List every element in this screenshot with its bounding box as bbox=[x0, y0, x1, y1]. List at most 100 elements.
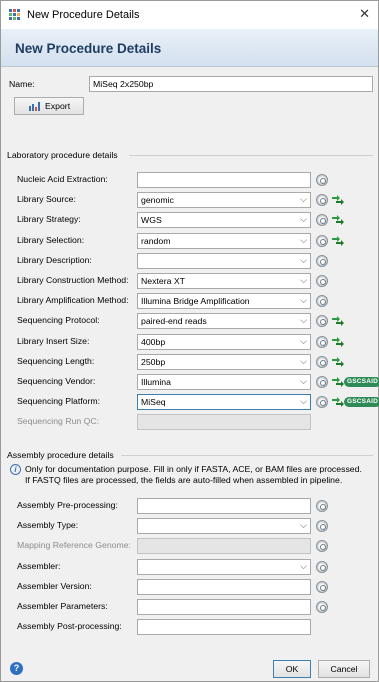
assembly-section-title: Assembly procedure details bbox=[7, 450, 114, 460]
gscsaid-badge: GSCSAID bbox=[344, 397, 379, 408]
lookup-icon[interactable] bbox=[316, 500, 328, 512]
ok-button[interactable]: OK bbox=[273, 660, 311, 678]
app-icon bbox=[9, 9, 20, 20]
field-value: 400bp bbox=[141, 336, 166, 347]
chart-export-icon bbox=[29, 102, 40, 111]
section-divider bbox=[121, 455, 373, 456]
field-label: Nucleic Acid Extraction: bbox=[17, 174, 108, 184]
text-field bbox=[137, 414, 311, 431]
dropdown-field[interactable]: ⌵ bbox=[137, 252, 311, 269]
lookup-icon[interactable] bbox=[316, 295, 328, 308]
field-label: Library Construction Method: bbox=[17, 275, 129, 285]
field-value: Illumina Bridge Amplification bbox=[141, 296, 250, 307]
dropdown-field[interactable]: Illumina ⌵ bbox=[137, 374, 311, 390]
header-banner: New Procedure Details bbox=[1, 29, 378, 67]
field-label: Assembly Post-processing: bbox=[17, 621, 122, 632]
close-icon[interactable]: ✕ bbox=[359, 6, 370, 22]
chevron-down-icon[interactable]: ⌵ bbox=[300, 376, 307, 387]
field-label: Sequencing Vendor: bbox=[17, 376, 96, 386]
green-link-icon[interactable] bbox=[331, 215, 345, 226]
dialog-window: New Procedure Details ✕ New Procedure De… bbox=[0, 0, 379, 682]
dropdown-field[interactable]: genomic ⌵ bbox=[137, 192, 311, 209]
text-field[interactable] bbox=[137, 599, 311, 615]
chevron-down-icon[interactable]: ⌵ bbox=[300, 356, 307, 367]
green-link-icon[interactable] bbox=[331, 397, 345, 408]
field-label: Sequencing Platform: bbox=[17, 396, 101, 407]
chevron-down-icon[interactable]: ⌵ bbox=[300, 214, 307, 225]
field-label: Sequencing Run QC: bbox=[17, 416, 100, 427]
lab-section-title: Laboratory procedure details bbox=[7, 150, 118, 160]
dropdown-field[interactable]: Illumina Bridge Amplification ⌵ bbox=[137, 293, 311, 310]
page-title: New Procedure Details bbox=[15, 41, 162, 56]
green-link-icon[interactable] bbox=[331, 356, 345, 367]
field-value: Illumina bbox=[141, 377, 171, 387]
dropdown-field[interactable]: ⌵ bbox=[137, 558, 311, 575]
dropdown-field[interactable]: ⌵ bbox=[137, 518, 311, 535]
export-label: Export bbox=[45, 101, 71, 111]
lookup-icon[interactable] bbox=[316, 234, 328, 247]
help-icon[interactable]: ? bbox=[10, 662, 23, 675]
lookup-icon[interactable] bbox=[316, 396, 328, 409]
cancel-button[interactable]: Cancel bbox=[318, 660, 370, 678]
dropdown-field[interactable]: MiSeq ⌵ bbox=[137, 394, 311, 411]
chevron-down-icon[interactable]: ⌵ bbox=[300, 295, 307, 306]
lookup-icon[interactable] bbox=[316, 601, 328, 613]
lookup-icon[interactable] bbox=[316, 520, 328, 533]
field-label: Assembler Parameters: bbox=[17, 601, 108, 611]
field-value: Nextera XT bbox=[141, 276, 185, 286]
lookup-icon[interactable] bbox=[316, 376, 328, 388]
lookup-icon[interactable] bbox=[316, 214, 328, 227]
field-value: WGS bbox=[141, 215, 162, 226]
green-link-icon[interactable] bbox=[331, 235, 345, 246]
dropdown-field[interactable]: random ⌵ bbox=[137, 232, 311, 249]
chevron-down-icon[interactable]: ⌵ bbox=[300, 561, 307, 572]
field-label: Assembly Type: bbox=[17, 520, 79, 531]
chevron-down-icon[interactable]: ⌵ bbox=[300, 275, 307, 286]
info-text-line2: If FASTQ files are processed, the fields… bbox=[25, 475, 343, 485]
green-link-icon[interactable] bbox=[331, 195, 345, 206]
text-field[interactable] bbox=[137, 578, 311, 595]
chevron-down-icon[interactable]: ⌵ bbox=[300, 315, 307, 326]
lookup-icon[interactable] bbox=[316, 194, 328, 207]
field-label: Assembler: bbox=[17, 560, 61, 571]
window-title: New Procedure Details bbox=[27, 9, 140, 21]
dropdown-field[interactable]: paired-end reads ⌵ bbox=[137, 313, 311, 330]
field-value: paired-end reads bbox=[141, 316, 207, 327]
field-label: Sequencing Length: bbox=[17, 355, 95, 366]
green-link-icon[interactable] bbox=[331, 377, 345, 387]
lookup-icon[interactable] bbox=[316, 254, 328, 267]
dropdown-field[interactable]: WGS ⌵ bbox=[137, 212, 311, 229]
green-link-icon[interactable] bbox=[331, 336, 345, 347]
green-link-icon[interactable] bbox=[331, 316, 345, 327]
text-field[interactable] bbox=[137, 619, 311, 636]
lookup-icon[interactable] bbox=[316, 580, 328, 593]
field-label: Library Source: bbox=[17, 194, 76, 205]
lookup-icon[interactable] bbox=[316, 275, 328, 287]
lookup-icon[interactable] bbox=[316, 174, 328, 186]
lookup-icon[interactable] bbox=[316, 315, 328, 328]
section-divider bbox=[129, 155, 373, 156]
dropdown-field[interactable]: Nextera XT ⌵ bbox=[137, 273, 311, 289]
chevron-down-icon[interactable]: ⌵ bbox=[300, 336, 307, 347]
field-label: Library Description: bbox=[17, 254, 92, 265]
chevron-down-icon[interactable]: ⌵ bbox=[300, 235, 307, 246]
dropdown-field[interactable]: 250bp ⌵ bbox=[137, 353, 311, 370]
field-label: Library Strategy: bbox=[17, 214, 81, 225]
chevron-down-icon[interactable]: ⌵ bbox=[300, 520, 307, 531]
field-label: Sequencing Protocol: bbox=[17, 315, 100, 326]
chevron-down-icon[interactable]: ⌵ bbox=[300, 255, 307, 266]
name-input[interactable]: MiSeq 2x250bp bbox=[89, 76, 373, 92]
lookup-icon[interactable] bbox=[316, 560, 328, 573]
field-value: 250bp bbox=[141, 356, 166, 367]
lookup-icon[interactable] bbox=[316, 355, 328, 368]
lookup-icon[interactable] bbox=[316, 540, 328, 553]
dropdown-field[interactable]: 400bp ⌵ bbox=[137, 333, 311, 350]
lookup-icon[interactable] bbox=[316, 335, 328, 348]
gscsaid-badge: GSCSAID bbox=[344, 377, 379, 387]
export-button[interactable]: Export bbox=[14, 97, 84, 115]
field-value: MiSeq bbox=[141, 397, 166, 408]
text-field[interactable] bbox=[137, 498, 311, 514]
chevron-down-icon[interactable]: ⌵ bbox=[300, 396, 307, 407]
chevron-down-icon[interactable]: ⌵ bbox=[300, 194, 307, 205]
text-field[interactable] bbox=[137, 172, 311, 188]
